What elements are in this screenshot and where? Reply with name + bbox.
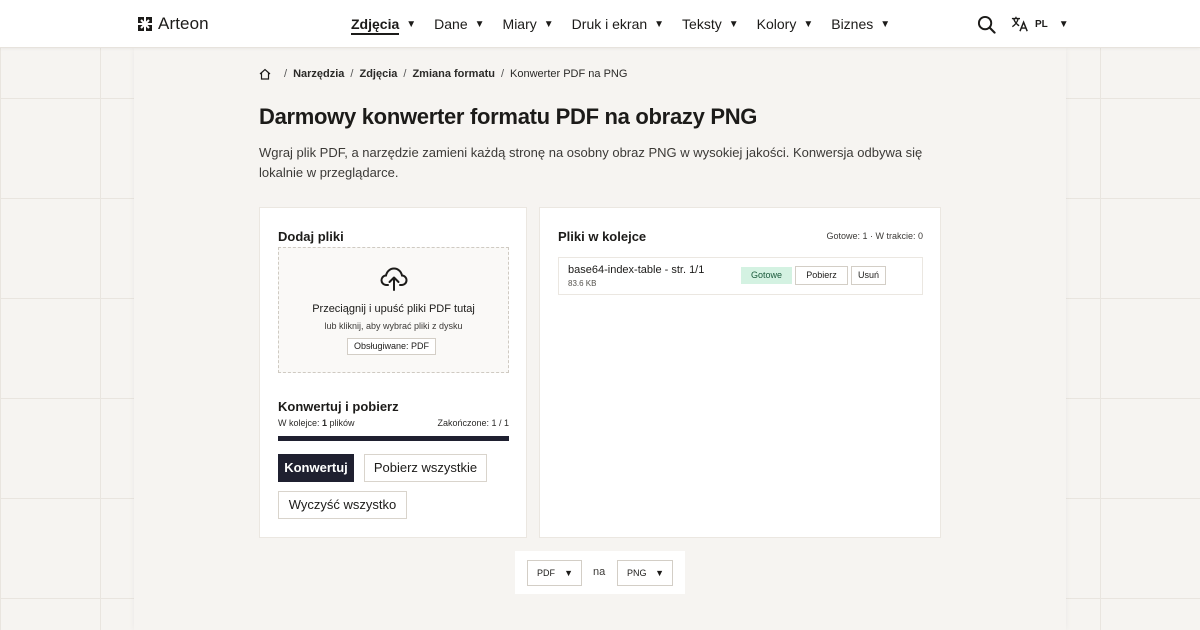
nav-item-label: Biznes [831, 16, 874, 32]
nav-item-miary[interactable]: Miary ▼ [503, 16, 554, 32]
page-description: Wgraj plik PDF, a narzędzie zamieni każd… [259, 145, 923, 180]
language-code: PL [1035, 18, 1048, 30]
list-item: base64-index-table - str. 1/1 83.6 KB Go… [558, 257, 923, 295]
source-format-value: PDF [537, 568, 555, 578]
convert-button[interactable]: Konwertuj [278, 454, 354, 482]
chevron-down-icon: ▼ [543, 18, 554, 30]
progress-bar [278, 436, 509, 441]
chevron-down-icon: ▼ [474, 18, 485, 30]
file-name: base64-index-table - str. 1/1 [568, 264, 705, 276]
nav-item-label: Druk i ekran [571, 16, 648, 32]
chevron-down-icon: ▼ [564, 568, 573, 578]
nav-item-label: Kolory [756, 16, 797, 32]
completed-count: Zakończone: 1 / 1 [437, 418, 509, 428]
target-format-select[interactable]: PNG ▼ [617, 560, 673, 586]
chevron-down-icon: ▼ [1058, 18, 1069, 30]
nav-item-kolory[interactable]: Kolory ▼ [757, 16, 814, 32]
supported-formats-badge: Obsługiwane: PDF [347, 338, 437, 355]
top-navigation-bar: Arteon Zdjęcia ▼ Dane ▼ Miary ▼ Druk i e… [0, 0, 1200, 48]
breadcrumb-current: Konwerter PDF na PNG [510, 68, 628, 80]
search-icon[interactable] [977, 15, 996, 34]
progress-fill [278, 436, 509, 441]
chevron-down-icon: ▼ [655, 568, 664, 578]
queue-card: Pliki w kolejce Gotowe: 1 · W trakcie: 0… [539, 207, 941, 538]
breadcrumb-separator: / [350, 68, 354, 80]
brand-logo[interactable]: Arteon [137, 14, 209, 34]
queue-stats: Gotowe: 1 · W trakcie: 0 [826, 231, 923, 241]
convert-heading: Konwertuj i pobierz [278, 399, 399, 414]
nav-item-zdjecia[interactable]: Zdjęcia ▼ [351, 13, 416, 35]
upload-card: Dodaj pliki Przeciągnij i upuść pliki PD… [259, 207, 527, 538]
chevron-down-icon: ▼ [880, 18, 891, 30]
queue-label: W kolejce: [278, 418, 323, 428]
home-icon[interactable] [259, 68, 271, 80]
breadcrumb-link-zmiana-formatu[interactable]: Zmiana formatu [412, 68, 495, 80]
breadcrumb-link-zdjecia[interactable]: Zdjęcia [359, 68, 397, 80]
breadcrumb-separator: / [284, 68, 288, 80]
breadcrumb-separator: / [500, 68, 505, 80]
brand-name: Arteon [158, 14, 209, 33]
download-all-button[interactable]: Pobierz wszystkie [364, 454, 487, 482]
file-size: 83.6 KB [568, 279, 597, 288]
target-format-value: PNG [627, 568, 647, 578]
clear-all-button[interactable]: Wyczyść wszystko [278, 491, 407, 519]
upload-heading: Dodaj pliki [278, 229, 344, 244]
queue-status-row: W kolejce: 1 plików Zakończone: 1 / 1 [278, 418, 509, 428]
logo-icon [138, 17, 152, 31]
upload-cloud-icon [380, 267, 408, 291]
format-joiner: na [593, 566, 606, 578]
nav-item-dane[interactable]: Dane ▼ [434, 16, 484, 32]
nav-item-teksty[interactable]: Teksty ▼ [682, 16, 739, 32]
queue-unit: plików [327, 418, 355, 428]
status-badge: Gotowe [741, 267, 792, 284]
chevron-down-icon: ▼ [803, 18, 814, 30]
breadcrumb: / Narzędzia / Zdjęcia / Zmiana formatu /… [259, 68, 627, 80]
nav-item-druk-i-ekran[interactable]: Druk i ekran ▼ [572, 16, 664, 32]
translate-icon [1011, 16, 1028, 32]
nav-item-label: Dane [434, 16, 468, 32]
dropzone-main-text: Przeciągnij i upuść pliki PDF tutaj [312, 303, 475, 315]
format-switcher: PDF ▼ na PNG ▼ [515, 551, 685, 594]
nav-item-label: Miary [502, 16, 537, 32]
source-format-select[interactable]: PDF ▼ [527, 560, 582, 586]
chevron-down-icon: ▼ [654, 18, 665, 30]
dropzone-sub-text: lub kliknij, aby wybrać pliki z dysku [324, 321, 463, 331]
chevron-down-icon: ▼ [406, 18, 417, 30]
queue-heading: Pliki w kolejce [558, 229, 647, 244]
page-title: Darmowy konwerter formatu PDF na obrazy … [259, 104, 758, 129]
main-nav: Zdjęcia ▼ Dane ▼ Miary ▼ Druk i ekran ▼ … [351, 0, 908, 48]
download-file-button[interactable]: Pobierz [795, 266, 848, 285]
remove-file-button[interactable]: Usuń [851, 266, 886, 285]
breadcrumb-link-narzedzia[interactable]: Narzędzia [293, 68, 344, 80]
chevron-down-icon: ▼ [728, 18, 739, 30]
language-switcher[interactable]: PL ▼ [1011, 15, 1069, 33]
file-dropzone[interactable]: Przeciągnij i upuść pliki PDF tutaj lub … [278, 247, 509, 373]
nav-item-biznes[interactable]: Biznes ▼ [831, 16, 890, 32]
nav-item-label: Teksty [682, 16, 722, 32]
breadcrumb-separator: / [403, 68, 407, 80]
nav-item-label: Zdjęcia [351, 16, 400, 35]
